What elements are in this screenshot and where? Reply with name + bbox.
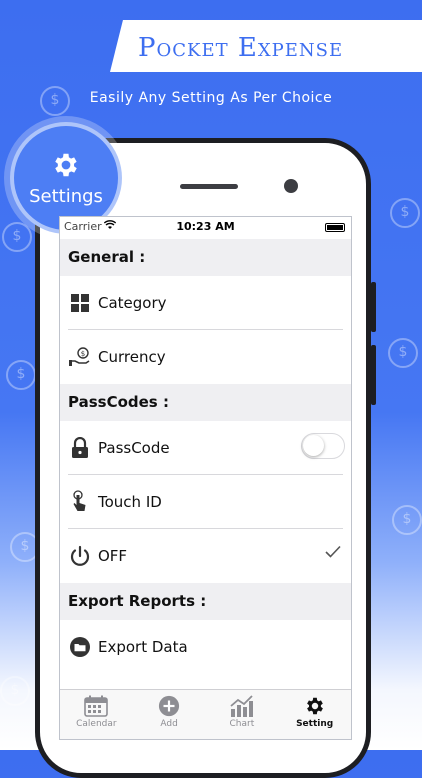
passcode-toggle[interactable]: [301, 433, 345, 459]
phone-speaker: [180, 184, 238, 189]
folder-icon: [62, 636, 98, 658]
tab-label: Calendar: [76, 719, 117, 729]
phone-side-button: [371, 345, 376, 405]
tab-add[interactable]: Add: [133, 690, 206, 739]
coin-decor-icon: $: [0, 676, 30, 706]
row-off[interactable]: OFF: [60, 529, 351, 583]
row-category[interactable]: Category: [60, 276, 351, 330]
chart-icon: [230, 695, 253, 717]
calendar-icon: [84, 695, 109, 717]
coin-decor-icon: $: [390, 198, 420, 228]
tab-chart[interactable]: Chart: [206, 690, 279, 739]
section-export: Export Reports :: [60, 583, 351, 620]
phone-camera: [284, 179, 298, 193]
gear-icon: [55, 153, 77, 176]
phone-side-button: [371, 282, 376, 332]
toggle-knob: [303, 435, 324, 456]
row-label: Currency: [98, 348, 166, 366]
tab-label: Setting: [296, 719, 334, 729]
coin-decor-icon: $: [388, 338, 418, 368]
battery-icon: [325, 223, 345, 232]
add-circle-icon: [159, 695, 180, 717]
money-hand-icon: $: [62, 347, 98, 367]
tab-label: Add: [160, 719, 178, 729]
row-label: OFF: [98, 547, 128, 565]
tab-setting[interactable]: Setting: [278, 690, 351, 739]
row-currency[interactable]: $ Currency: [60, 330, 351, 384]
row-passcode[interactable]: PassCode: [60, 421, 351, 475]
coin-decor-icon: $: [6, 360, 36, 390]
power-icon: [62, 545, 98, 567]
fingerprint-icon: [62, 490, 98, 514]
lock-icon: [62, 437, 98, 459]
tab-label: Chart: [229, 719, 255, 729]
coin-decor-icon: $: [392, 505, 422, 535]
row-touch-id[interactable]: Touch ID: [60, 475, 351, 529]
section-passcodes: PassCodes :: [60, 384, 351, 421]
svg-text:$: $: [81, 350, 85, 358]
settings-screen: Carrier 10:23 AM General : Category $ Cu…: [59, 216, 352, 740]
badge-label: Settings: [29, 185, 103, 207]
grid-icon: [62, 293, 98, 313]
status-bar: Carrier 10:23 AM: [60, 217, 351, 239]
status-time: 10:23 AM: [176, 220, 235, 233]
tab-bar: Calendar Add Chart Setting: [60, 689, 351, 739]
section-general: General :: [60, 239, 351, 276]
gear-icon: [306, 697, 323, 715]
row-label: Export Data: [98, 638, 188, 656]
row-label: PassCode: [98, 439, 170, 457]
coin-decor-icon: $: [2, 222, 32, 252]
row-label: Touch ID: [98, 493, 162, 511]
tagline: Easily Any Setting As Per Choice: [89, 90, 333, 106]
tab-calendar[interactable]: Calendar: [60, 690, 133, 739]
checkmark-icon: [325, 545, 341, 558]
app-title: Pocket Expense: [138, 33, 344, 63]
row-export-data[interactable]: Export Data: [60, 620, 351, 674]
row-label: Category: [98, 294, 167, 312]
